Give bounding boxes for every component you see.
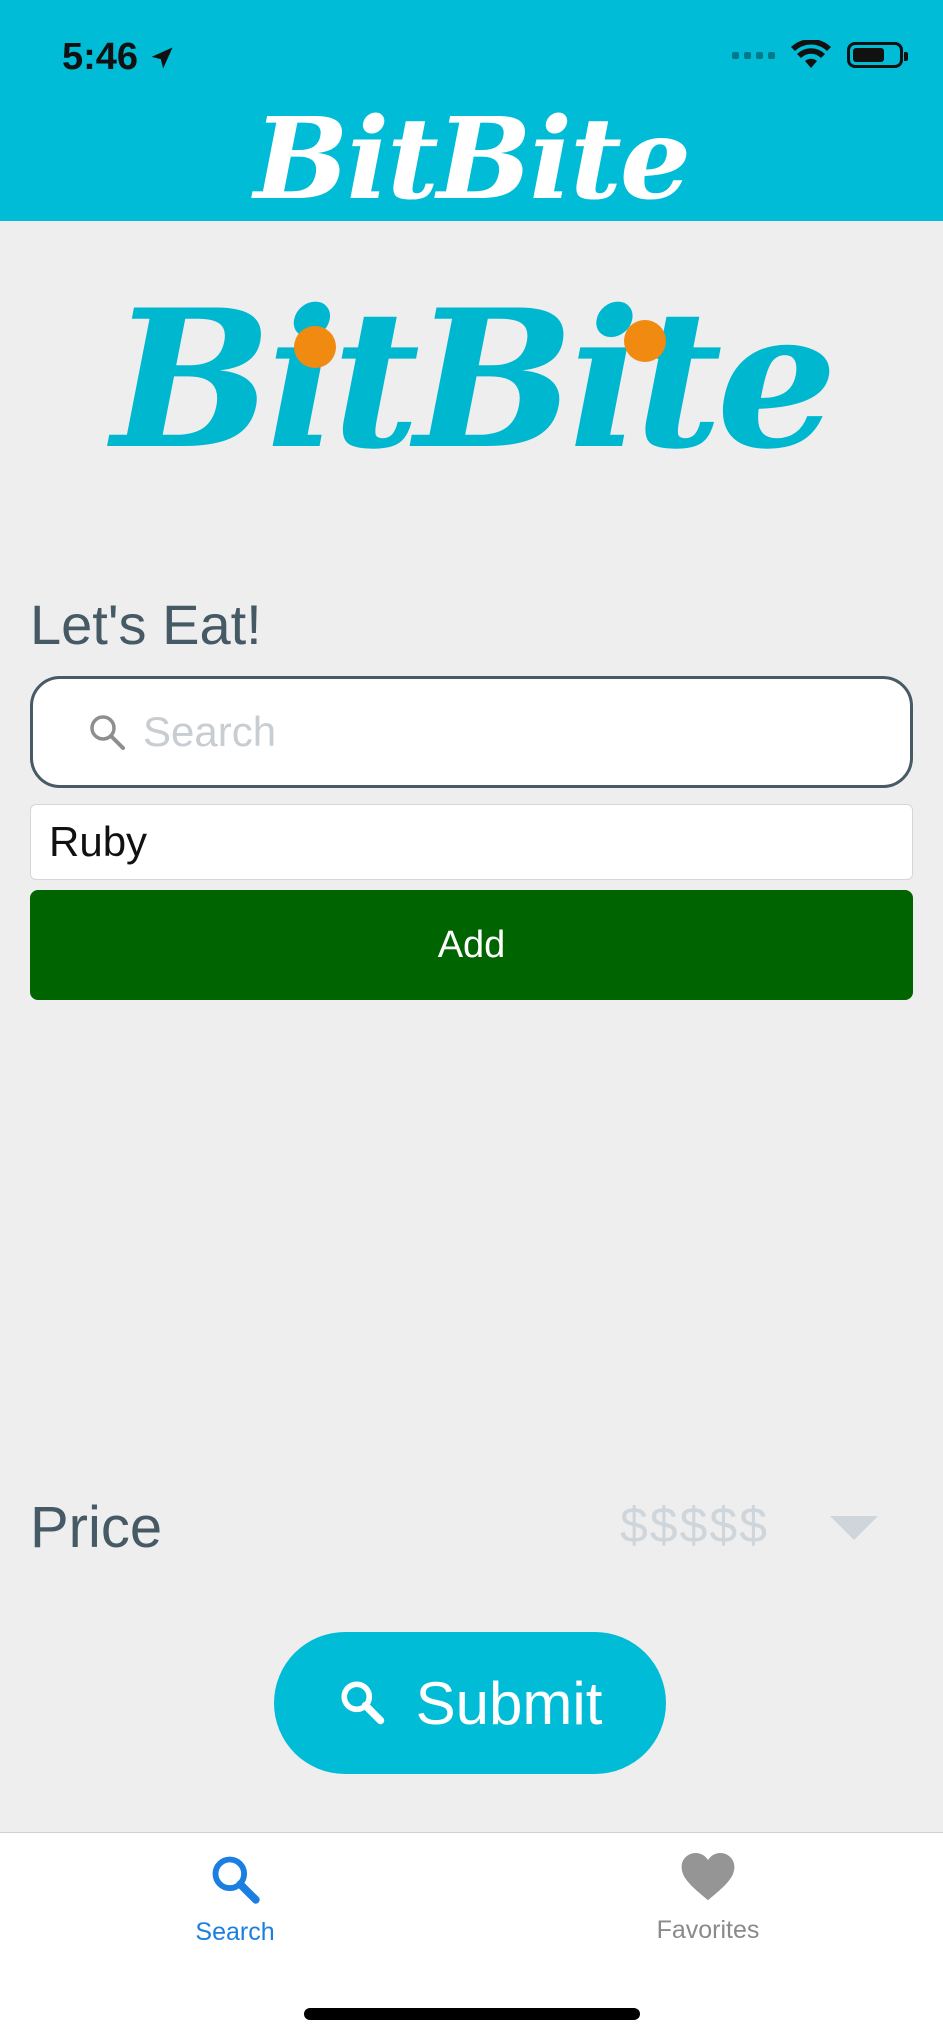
heart-icon [681,1853,735,1901]
search-input[interactable] [143,708,843,756]
price-dropdown[interactable]: $$$$$ [620,1496,769,1554]
logo-dot-accent [624,320,666,362]
brand-logo: BitBite [111,268,838,491]
wifi-icon [791,40,831,68]
location-arrow-icon [151,47,173,68]
price-label: Price [30,1495,163,1560]
logo-dot-accent [294,326,336,368]
search-icon [341,1681,384,1725]
tab-search-label: Search [195,1918,275,1946]
page-heading: Let's Eat! [30,593,262,656]
search-icon [212,1856,260,1904]
tab-favorites-label: Favorites [656,1916,760,1944]
search-icon [90,715,125,750]
tab-search[interactable]: Search [115,1853,355,1947]
status-bar-time: 5:46 [62,36,176,79]
submit-button-label: Submit [415,1669,603,1737]
status-icons [732,40,908,70]
search-box[interactable] [30,676,913,788]
added-item-text: Ruby [49,818,148,865]
header: 5:46 BitBite [0,0,943,221]
add-button-label: Add [437,923,506,966]
battery-icon [847,42,908,68]
cellular-signal-icon [732,51,775,59]
chevron-down-icon[interactable] [830,1516,878,1540]
home-indicator[interactable] [304,2008,640,2020]
submit-button[interactable]: Submit [274,1632,666,1774]
header-logo: BitBite [253,94,691,225]
added-item-field[interactable]: Ruby [30,804,913,880]
add-button[interactable]: Add [30,890,913,1000]
time-text: 5:46 [62,36,139,78]
tab-favorites[interactable]: Favorites [588,1853,828,1945]
app-screen: 5:46 BitBite BitBite Let's Eat! Search R… [0,0,943,2042]
